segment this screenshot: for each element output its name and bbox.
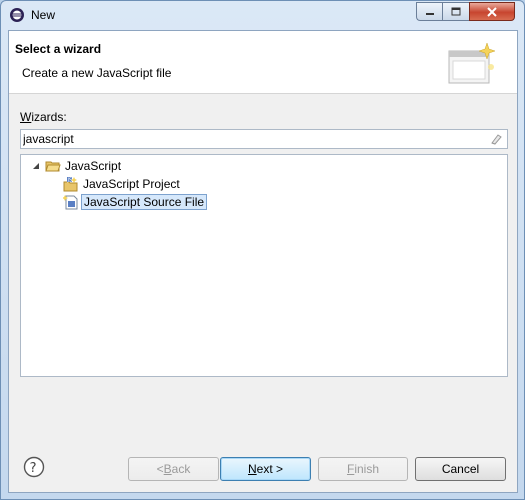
eclipse-icon [10, 8, 24, 22]
svg-text:JS: JS [67, 178, 73, 184]
minimize-icon [425, 12, 434, 15]
next-button-label: ext > [256, 462, 284, 476]
header-title: Select a wizard [15, 42, 102, 56]
finish-button-mnemonic: F [346, 462, 355, 476]
wizards-label-mnemonic: W [20, 110, 32, 124]
filter-input[interactable] [23, 131, 483, 147]
svg-text:?: ? [30, 461, 37, 476]
header-description: Create a new JavaScript file [22, 66, 172, 80]
help-icon[interactable]: ? [23, 456, 45, 478]
tree-item-label: JavaScript [65, 159, 122, 173]
cancel-button-label: Cancel [441, 462, 480, 476]
wizards-label: Wizards: [20, 110, 67, 124]
minimize-button[interactable] [416, 2, 442, 21]
clear-filter-icon[interactable] [489, 132, 503, 146]
title-bar[interactable]: New [1, 1, 524, 30]
maximize-icon [451, 7, 461, 16]
finish-button-label: inish [354, 462, 380, 476]
dialog-window: New Select a wizard Create a new JavaScr… [0, 0, 525, 500]
back-button-prefix: < [156, 462, 164, 476]
tree-item-label: JavaScript Source File [81, 194, 208, 210]
cancel-button[interactable]: Cancel [415, 457, 506, 481]
back-button-label: ack [171, 462, 191, 476]
tree-item-javascript-project[interactable]: JS JavaScript Project [63, 175, 180, 193]
close-icon [487, 6, 497, 17]
tree-item-javascript-source-file[interactable]: JavaScript Source File [63, 193, 208, 211]
wizard-tree[interactable]: JavaScript JS JavaScript Project JavaScr… [20, 154, 508, 377]
next-button-mnemonic: N [247, 462, 257, 476]
new-wizard-banner-icon [448, 42, 495, 84]
tree-item-javascript-category[interactable]: JavaScript [31, 157, 121, 175]
dialog-body: Select a wizard Create a new JavaScript … [8, 30, 518, 493]
javascript-file-icon [63, 195, 78, 210]
back-button[interactable]: < Back [128, 457, 219, 481]
wizard-header: Select a wizard Create a new JavaScript … [9, 31, 517, 94]
open-folder-icon [45, 161, 61, 172]
close-button[interactable] [469, 2, 515, 21]
wizards-label-text: izards: [31, 110, 67, 124]
window-title: New [31, 8, 56, 22]
next-button[interactable]: Next > [220, 457, 311, 481]
tree-item-label: JavaScript Project [83, 177, 180, 191]
maximize-button[interactable] [442, 2, 469, 21]
button-bar: ? < Back Next > Finish Cancel [9, 451, 517, 491]
expanded-triangle-icon[interactable] [31, 161, 41, 171]
wizard-filter-field[interactable] [20, 129, 508, 149]
back-button-mnemonic: B [163, 462, 172, 476]
finish-button[interactable]: Finish [318, 457, 408, 481]
javascript-project-icon: JS [63, 177, 78, 192]
